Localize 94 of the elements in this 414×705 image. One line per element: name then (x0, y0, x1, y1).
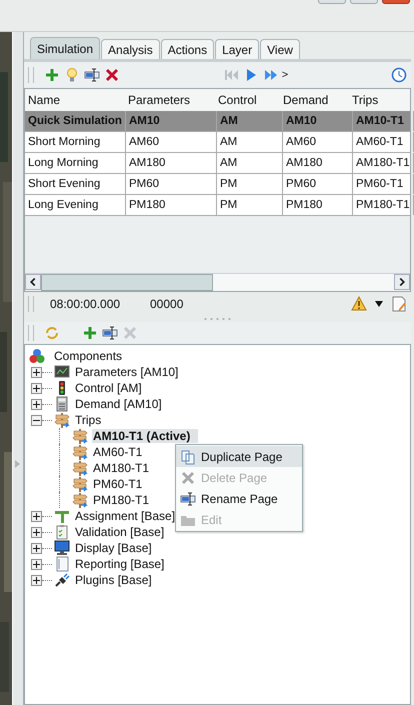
clock-icon[interactable] (391, 67, 407, 83)
plug-icon (54, 572, 70, 588)
signpost-icon (54, 412, 70, 428)
tree-item[interactable]: Assignment [Base] (74, 509, 176, 523)
table-cell: Short Morning (25, 132, 126, 152)
column-header[interactable]: Demand (280, 89, 349, 111)
table-cell: Long Morning (25, 153, 126, 173)
column-header[interactable]: Parameters (125, 89, 215, 111)
signpost-icon (72, 428, 88, 444)
more-button[interactable]: > (282, 69, 288, 81)
table-cell: AM10-T1 (353, 111, 414, 131)
signpost-icon (72, 476, 88, 492)
column-header[interactable]: Name (25, 89, 125, 111)
scrollbar-thumb[interactable] (41, 274, 213, 291)
tree-item[interactable]: Display [Base] (74, 541, 153, 555)
menu-item[interactable]: Rename Page (176, 488, 302, 509)
column-header[interactable]: Trips (349, 89, 409, 111)
tree-item[interactable]: PM60-T1 (92, 477, 144, 491)
table-cell: AM180 (126, 153, 217, 173)
expander[interactable] (31, 382, 42, 394)
components-icon (29, 348, 45, 364)
tree-item[interactable]: Control [AM] (74, 381, 143, 395)
notebook-icon (54, 556, 70, 572)
table-cell: AM60 (126, 132, 217, 152)
signpost-icon (72, 460, 88, 476)
scroll-right-icon[interactable] (394, 274, 410, 290)
table-cell: AM180-T1 (353, 153, 414, 173)
menu-item[interactable]: Duplicate Page (176, 446, 302, 467)
count-readout: 00000 (150, 297, 184, 311)
horizontal-scrollbar[interactable] (25, 273, 410, 291)
table-cell: PM (217, 195, 283, 215)
table-cell: AM (217, 153, 283, 173)
junction-icon (54, 508, 70, 524)
table-cell: PM60 (283, 174, 353, 194)
tree-item[interactable]: AM60-T1 (92, 445, 144, 459)
table-cell: Quick Simulation (25, 111, 126, 131)
rename-icon (180, 490, 196, 506)
fast-forward-icon[interactable] (262, 67, 279, 83)
time-readout: 08:00:00.000 (50, 297, 122, 311)
table-cell: PM60-T1 (353, 174, 414, 194)
table-cell: AM (217, 111, 283, 131)
table-cell: PM (217, 174, 283, 194)
table-cell: PM180 (126, 195, 217, 215)
delete-icon (180, 470, 196, 486)
expander[interactable] (31, 558, 42, 570)
table-cell: AM10 (126, 111, 217, 131)
table-cell: AM (217, 132, 283, 152)
tree-item[interactable]: Trips (74, 413, 102, 427)
table-cell: PM180 (283, 195, 353, 215)
tree-item[interactable]: AM10-T1 (Active) (92, 429, 198, 443)
signpost-icon (72, 492, 88, 508)
tree-item[interactable]: Demand [AM10] (74, 397, 163, 411)
table-cell: AM180 (283, 153, 353, 173)
table-cell: AM60-T1 (353, 132, 414, 152)
expander[interactable] (31, 510, 42, 522)
scroll-left-icon[interactable] (25, 274, 41, 290)
rename-icon[interactable] (102, 325, 118, 341)
column-header[interactable]: Control (215, 89, 280, 111)
clipboard-icon (54, 524, 70, 540)
copy-icon (180, 448, 196, 464)
tree-item[interactable]: Validation [Base] (74, 525, 166, 539)
table-cell: PM60 (126, 174, 217, 194)
add-icon[interactable] (44, 67, 60, 83)
monitor-icon (54, 540, 70, 556)
table-cell: AM10 (283, 111, 353, 131)
expander[interactable] (31, 574, 42, 586)
tree-item[interactable]: PM180-T1 (92, 493, 150, 507)
signpost-icon (72, 444, 88, 460)
expander[interactable] (31, 542, 42, 554)
table-cell: AM60 (283, 132, 353, 152)
tab[interactable]: Simulation (30, 37, 100, 59)
rename-icon[interactable] (84, 67, 100, 83)
table-cell: Long Evening (25, 195, 126, 215)
expander[interactable] (31, 414, 42, 426)
warning-icon[interactable] (351, 296, 367, 312)
delete-icon[interactable] (104, 67, 120, 83)
tab[interactable]: Layer (215, 39, 260, 59)
chart-monitor-icon (54, 364, 70, 380)
calculator-icon (54, 396, 70, 412)
tree-item[interactable]: Reporting [Base] (74, 557, 166, 571)
dropdown-arrow-icon[interactable] (375, 301, 383, 307)
tree-item[interactable]: Components (53, 349, 124, 363)
expander[interactable] (31, 366, 42, 378)
table-cell: PM180-T1 (353, 195, 414, 215)
expander[interactable] (31, 526, 42, 538)
tab[interactable]: Analysis (101, 39, 160, 59)
tree-item[interactable]: Plugins [Base] (74, 573, 153, 587)
table-cell: Short Evening (25, 174, 126, 194)
tab[interactable]: Actions (160, 39, 214, 59)
expander[interactable] (31, 398, 42, 410)
notes-icon[interactable] (391, 296, 407, 312)
tab[interactable]: View (260, 39, 300, 59)
tree-item[interactable]: Parameters [AM10] (74, 365, 180, 379)
tree-item[interactable]: AM180-T1 (92, 461, 150, 475)
